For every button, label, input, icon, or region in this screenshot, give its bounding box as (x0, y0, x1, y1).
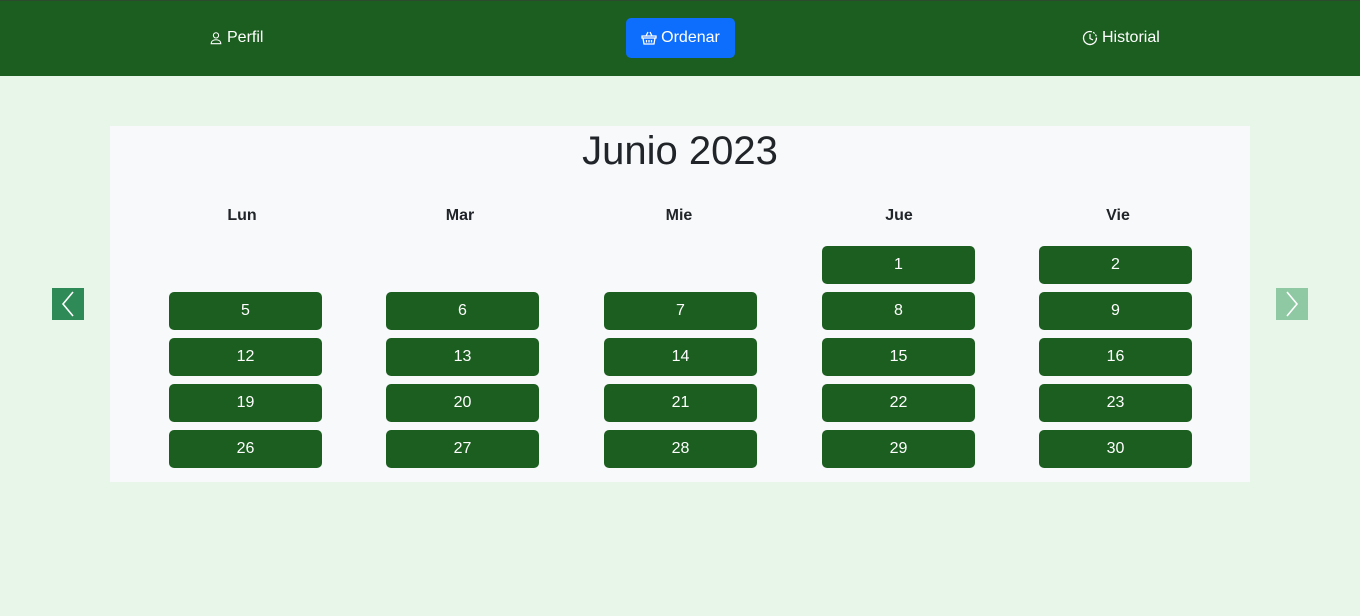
calendar-day-button[interactable]: 26 (169, 430, 322, 468)
nav-perfil-label: Perfil (227, 29, 264, 46)
calendar-day-button[interactable]: 14 (604, 338, 757, 376)
prev-month-button[interactable] (52, 288, 84, 320)
calendar-day-button[interactable]: 13 (386, 338, 539, 376)
chevron-left-icon (61, 291, 74, 317)
weekday-header: Jue (885, 207, 913, 224)
basket-icon (641, 30, 657, 46)
calendar-day-button[interactable]: 7 (604, 292, 757, 330)
nav-ordenar-label: Ordenar (661, 29, 720, 46)
calendar-title: Junio 2023 (582, 129, 778, 173)
nav-historial-label: Historial (1102, 29, 1160, 46)
calendar-day-button[interactable]: 27 (386, 430, 539, 468)
person-icon (209, 31, 223, 45)
calendar-day-button[interactable]: 16 (1039, 338, 1192, 376)
calendar-day-button[interactable]: 19 (169, 384, 322, 422)
calendar-day-button[interactable]: 6 (386, 292, 539, 330)
top-navbar: Perfil Ordenar Historial (0, 0, 1360, 76)
calendar-day-button[interactable]: 12 (169, 338, 322, 376)
weekday-header: Vie (1106, 207, 1130, 224)
calendar-day-button[interactable]: 2 (1039, 246, 1192, 284)
calendar-day-button[interactable]: 28 (604, 430, 757, 468)
nav-perfil-link[interactable]: Perfil (209, 18, 263, 58)
calendar-day-button[interactable]: 8 (822, 292, 975, 330)
calendar-day-button[interactable]: 29 (822, 430, 975, 468)
calendar-day-button[interactable]: 21 (604, 384, 757, 422)
calendar-day-button[interactable]: 23 (1039, 384, 1192, 422)
calendar-day-button[interactable]: 20 (386, 384, 539, 422)
weekday-header: Mar (445, 207, 475, 224)
weekday-header: Lun (227, 207, 257, 224)
calendar-day-button[interactable]: 22 (822, 384, 975, 422)
calendar-day-button[interactable]: 15 (822, 338, 975, 376)
weekday-header: Mie (665, 207, 693, 224)
calendar-day-button[interactable]: 1 (822, 246, 975, 284)
chevron-right-icon (1286, 291, 1299, 317)
calendar-day-button[interactable]: 5 (169, 292, 322, 330)
next-month-button[interactable] (1276, 288, 1308, 320)
calendar-day-button[interactable]: 9 (1039, 292, 1192, 330)
calendar-panel: Junio 2023 Lun Mar Mie Jue Vie 1 2 5 6 7 8 9 12… (110, 126, 1250, 482)
calendar-day-button[interactable]: 30 (1039, 430, 1192, 468)
clock-history-icon (1082, 30, 1098, 46)
nav-historial-link[interactable]: Historial (1082, 18, 1160, 58)
nav-ordenar-button[interactable]: Ordenar (626, 18, 735, 58)
